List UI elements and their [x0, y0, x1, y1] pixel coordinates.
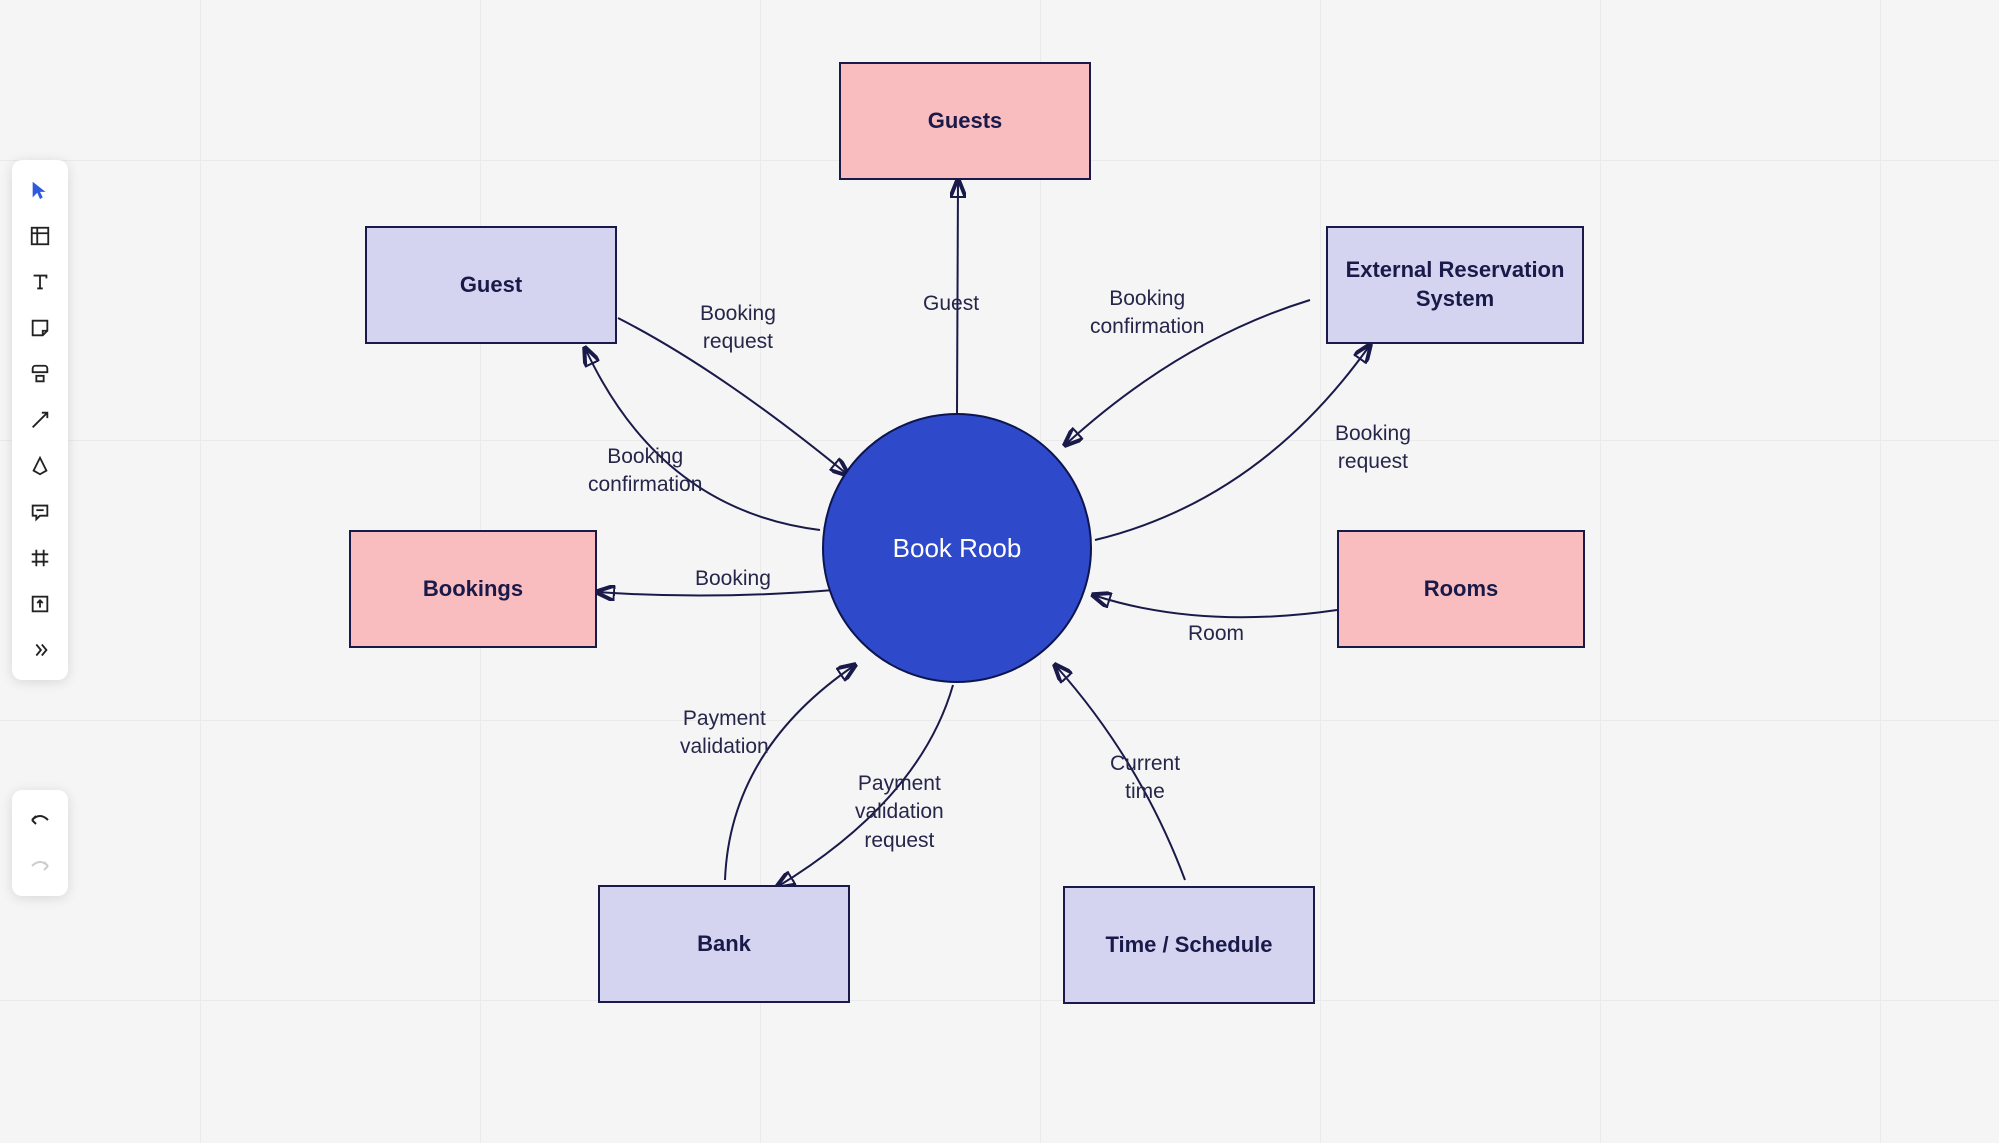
pen-icon [29, 455, 51, 477]
upload-tool[interactable] [20, 584, 60, 624]
shape-tool[interactable] [20, 354, 60, 394]
pen-tool[interactable] [20, 446, 60, 486]
node-guests[interactable]: Guests [839, 62, 1091, 180]
toolbar [12, 160, 68, 680]
edge-label-room: Room [1188, 620, 1244, 648]
node-bank[interactable]: Bank [598, 885, 850, 1003]
edge-label-booking-confirmation-1: Booking confirmation [588, 443, 702, 500]
text-tool[interactable] [20, 262, 60, 302]
edge-label-current-time: Current time [1110, 750, 1180, 807]
grid-tool[interactable] [20, 538, 60, 578]
node-label: Guests [928, 107, 1003, 136]
center-process-book-room[interactable]: Book Roob [822, 413, 1092, 683]
edge-label-booking-request-1: Booking request [700, 300, 776, 357]
node-guest[interactable]: Guest [365, 226, 617, 344]
node-rooms[interactable]: Rooms [1337, 530, 1585, 648]
redo-icon [28, 856, 52, 876]
grid-icon [29, 547, 51, 569]
shape-icon [29, 363, 51, 385]
node-label: Time / Schedule [1105, 931, 1272, 960]
edge-label-guest: Guest [923, 290, 979, 318]
node-label: Guest [460, 271, 522, 300]
chevron-right-icon [29, 639, 51, 661]
comment-icon [29, 501, 51, 523]
frame-tool[interactable] [20, 216, 60, 256]
center-label: Book Roob [893, 533, 1022, 564]
edge-label-booking-request-2: Booking request [1335, 420, 1411, 477]
edge-label-payment-validation: Payment validation [680, 705, 769, 762]
comment-tool[interactable] [20, 492, 60, 532]
node-label: External Reservation System [1336, 256, 1574, 313]
select-tool[interactable] [20, 170, 60, 210]
cursor-icon [29, 179, 51, 201]
node-label: Bank [697, 930, 751, 959]
edge-label-booking: Booking [695, 565, 771, 593]
sticky-tool[interactable] [20, 308, 60, 348]
node-bookings[interactable]: Bookings [349, 530, 597, 648]
arrow-tool[interactable] [20, 400, 60, 440]
frame-icon [29, 225, 51, 247]
arrow-icon [29, 409, 51, 431]
more-tool[interactable] [20, 630, 60, 670]
edge-label-payment-validation-request: Payment validation request [855, 770, 944, 855]
node-label: Bookings [423, 575, 523, 604]
edge-label-booking-confirmation-2: Booking confirmation [1090, 285, 1204, 342]
redo-button[interactable] [20, 848, 60, 884]
node-time-schedule[interactable]: Time / Schedule [1063, 886, 1315, 1004]
sticky-icon [29, 317, 51, 339]
upload-icon [29, 593, 51, 615]
undo-icon [28, 810, 52, 830]
undo-button[interactable] [20, 802, 60, 838]
node-label: Rooms [1424, 575, 1499, 604]
text-icon [29, 271, 51, 293]
undo-panel [12, 790, 68, 896]
node-external-reservation-system[interactable]: External Reservation System [1326, 226, 1584, 344]
diagram-canvas[interactable]: Book Roob Guests Guest External Reservat… [0, 0, 1999, 1143]
